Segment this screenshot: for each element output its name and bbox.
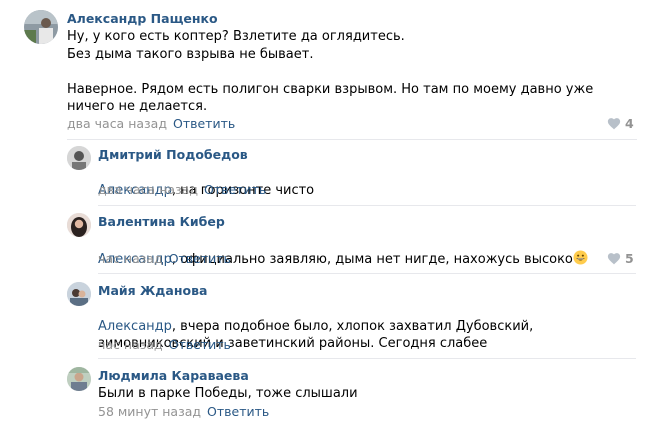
- comment-text: Были в парке Победы, тоже слышали: [98, 386, 358, 401]
- comment-author[interactable]: Валентина Кибер: [98, 214, 225, 229]
- comment-meta: два часа назад Ответить: [67, 116, 235, 131]
- avatar[interactable]: [67, 282, 91, 306]
- divider: [67, 139, 637, 140]
- like-button[interactable]: 4: [607, 116, 634, 131]
- comment-time[interactable]: 58 минут назад: [98, 404, 201, 419]
- comment-meta: час назад Ответить: [98, 337, 231, 352]
- avatar[interactable]: [67, 146, 91, 170]
- mention-link[interactable]: Александр: [98, 319, 172, 334]
- like-count: 4: [625, 116, 634, 131]
- avatar[interactable]: [67, 367, 91, 391]
- reply-button[interactable]: Ответить: [207, 404, 269, 419]
- grinning-face-emoji: [573, 249, 588, 265]
- heart-icon: [607, 253, 621, 265]
- like-count: 5: [625, 251, 634, 266]
- comment-meta: два часа назад Ответить: [98, 182, 266, 197]
- divider: [98, 358, 636, 359]
- comment-body: , официально заявляю, дыма нет нигде, на…: [171, 251, 573, 267]
- comment-author[interactable]: Майя Жданова: [98, 283, 207, 298]
- comment-time[interactable]: два часа назад: [98, 182, 198, 197]
- avatar[interactable]: [67, 213, 91, 237]
- reply-button[interactable]: Ответить: [169, 251, 231, 266]
- reply-button[interactable]: Ответить: [169, 337, 231, 352]
- heart-icon: [607, 118, 621, 130]
- like-button[interactable]: 5: [607, 251, 634, 266]
- comment-time[interactable]: час назад: [98, 337, 163, 352]
- divider: [98, 273, 636, 274]
- avatar[interactable]: [24, 10, 58, 44]
- comment-time[interactable]: час назад: [98, 251, 163, 266]
- comment-time[interactable]: два часа назад: [67, 116, 167, 131]
- reply-button[interactable]: Ответить: [204, 182, 266, 197]
- comment-meta: час назад Ответить: [98, 251, 231, 266]
- comment-author[interactable]: Людмила Караваева: [98, 368, 249, 383]
- reply-button[interactable]: Ответить: [173, 116, 235, 131]
- comment-meta: 58 минут назад Ответить: [98, 404, 269, 419]
- comment-text: Ну, у кого есть коптер? Взлетите да огля…: [67, 29, 594, 114]
- comment-author[interactable]: Дмитрий Подобедов: [98, 147, 248, 162]
- divider: [98, 205, 636, 206]
- comment-author[interactable]: Александр Пащенко: [67, 11, 218, 26]
